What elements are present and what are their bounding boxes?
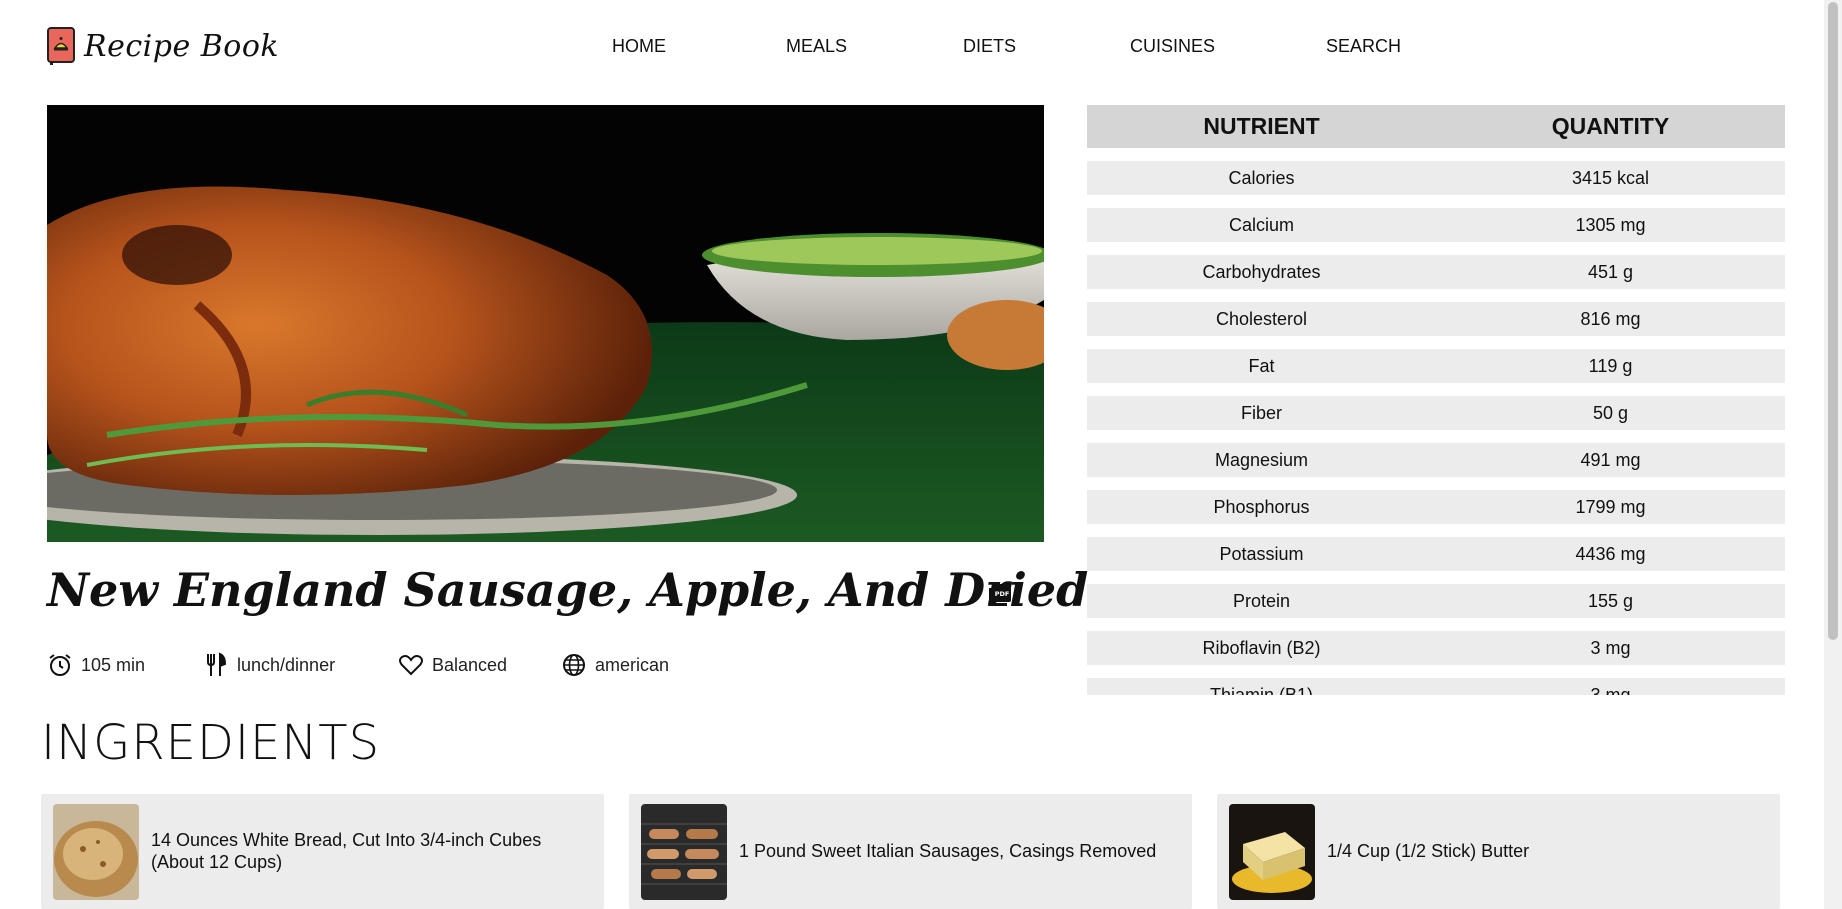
ingredient-text: 14 Ounces White Bread, Cut Into 3/4-inch…	[151, 829, 542, 872]
nutrient-qty: 4436 mg	[1575, 543, 1646, 564]
nutrients-header: NUTRIENT QUANTITY	[1087, 105, 1785, 148]
recipe-title-row: New England Sausage, Apple, And Dried...…	[47, 563, 1137, 633]
nutrient-qty: 3 mg	[1590, 684, 1631, 696]
nutrient-name: Riboflavin (B2)	[1202, 637, 1321, 658]
list-item[interactable]: 14 Ounces White Bread, Cut Into 3/4-inch…	[41, 794, 604, 909]
table-row: Phosphorus 1799 mg	[1087, 490, 1785, 524]
pdf-icon[interactable]: PDF	[987, 582, 1013, 608]
ingredients-list: 14 Ounces White Bread, Cut Into 3/4-inch…	[41, 794, 1781, 909]
nutrient-column-header: NUTRIENT	[1203, 113, 1320, 139]
nav-meals[interactable]: MEALS	[786, 36, 847, 57]
nav-search[interactable]: SEARCH	[1326, 36, 1401, 57]
meta-time-text: 105 min	[81, 654, 146, 675]
ingredient-text: 1 Pound Sweet Italian Sausages, Casings …	[739, 840, 1157, 861]
nutrient-name: Carbohydrates	[1202, 261, 1321, 282]
table-row: Calories 3415 kcal	[1087, 161, 1785, 195]
header: Recipe Book HOME MEALS DIETS CUISINES SE…	[0, 0, 1824, 96]
nutrient-qty: 451 g	[1587, 261, 1634, 282]
meta-cuisine-text: american	[595, 654, 670, 675]
table-row: Cholesterol 816 mg	[1087, 302, 1785, 336]
nutrient-qty: 50 g	[1592, 402, 1629, 423]
nav-cuisines[interactable]: CUISINES	[1130, 36, 1215, 57]
ingredient-image-sausages	[641, 803, 727, 900]
table-row: Thiamin (B1) 3 mg	[1087, 678, 1785, 695]
nutrient-qty: 3 mg	[1590, 637, 1631, 658]
ingredients-heading: INGREDIENTS	[41, 715, 381, 771]
list-item[interactable]: 1 Pound Sweet Italian Sausages, Casings …	[629, 794, 1192, 909]
meta-diet-text: Balanced	[432, 654, 508, 675]
nav-diets[interactable]: DIETS	[963, 36, 1016, 57]
recipe-image	[47, 105, 1044, 542]
nutrient-qty: 119 g	[1588, 355, 1633, 376]
table-row: Protein 155 g	[1087, 584, 1785, 618]
heart-icon	[399, 655, 423, 676]
table-row: Fiber 50 g	[1087, 396, 1785, 430]
svg-text:PDF: PDF	[995, 590, 1010, 598]
recipe-meta: 105 min lunch/dinner Balanced american	[47, 652, 1044, 682]
nutrient-name: Fiber	[1240, 402, 1282, 423]
meta-time: 105 min	[47, 652, 145, 678]
ingredient-image-butter	[1229, 803, 1315, 900]
alarm-clock-icon	[49, 654, 71, 676]
nutrient-name: Cholesterol	[1215, 308, 1308, 329]
nutrient-qty: 1305 mg	[1575, 214, 1646, 235]
table-row: Fat 119 g	[1087, 349, 1785, 383]
table-row: Calcium 1305 mg	[1087, 208, 1785, 242]
nutrient-name: Protein	[1232, 590, 1291, 611]
recipe-title: New England Sausage, Apple, And Dried...	[47, 563, 1137, 617]
list-item[interactable]: 1/4 Cup (1/2 Stick) Butter	[1217, 794, 1780, 909]
ingredient-image-bread	[53, 803, 139, 900]
nutrient-qty: 491 mg	[1580, 449, 1641, 470]
quantity-column-header: QUANTITY	[1551, 113, 1670, 139]
nutrient-name: Magnesium	[1214, 449, 1309, 470]
nutrient-qty: 1799 mg	[1575, 496, 1646, 517]
main-nav: HOME MEALS DIETS CUISINES SEARCH	[0, 36, 1824, 60]
fork-knife-icon	[207, 652, 227, 676]
nutrient-name: Potassium	[1219, 543, 1304, 564]
meta-meal-type: lunch/dinner	[203, 652, 335, 678]
nutrient-name: Calcium	[1228, 214, 1294, 235]
table-row: Riboflavin (B2) 3 mg	[1087, 631, 1785, 665]
ingredient-text: 1/4 Cup (1/2 Stick) Butter	[1327, 840, 1530, 861]
nutrient-qty: 3415 kcal	[1571, 167, 1650, 188]
table-row: Potassium 4436 mg	[1087, 537, 1785, 571]
nutrient-name: Fat	[1248, 355, 1275, 376]
nutrient-name: Calories	[1228, 167, 1295, 188]
nutrient-name: Thiamin (B1)	[1209, 684, 1314, 696]
nav-home[interactable]: HOME	[612, 36, 666, 57]
meta-meal-type-text: lunch/dinner	[237, 654, 336, 675]
nutrient-qty: 816 mg	[1580, 308, 1641, 329]
meta-cuisine: american	[561, 652, 669, 678]
globe-icon	[563, 654, 585, 676]
nutrients-table[interactable]: NUTRIENT QUANTITY Calories 3415 kcal Calc…	[1087, 105, 1785, 695]
nutrient-qty: 155 g	[1587, 590, 1634, 611]
table-row: Carbohydrates 451 g	[1087, 255, 1785, 289]
nutrient-name: Phosphorus	[1213, 496, 1310, 517]
scrollbar-thumb[interactable]	[1828, 2, 1838, 640]
meta-diet: Balanced	[398, 652, 507, 678]
page-scrollbar[interactable]	[1824, 0, 1842, 909]
table-row: Magnesium 491 mg	[1087, 443, 1785, 477]
